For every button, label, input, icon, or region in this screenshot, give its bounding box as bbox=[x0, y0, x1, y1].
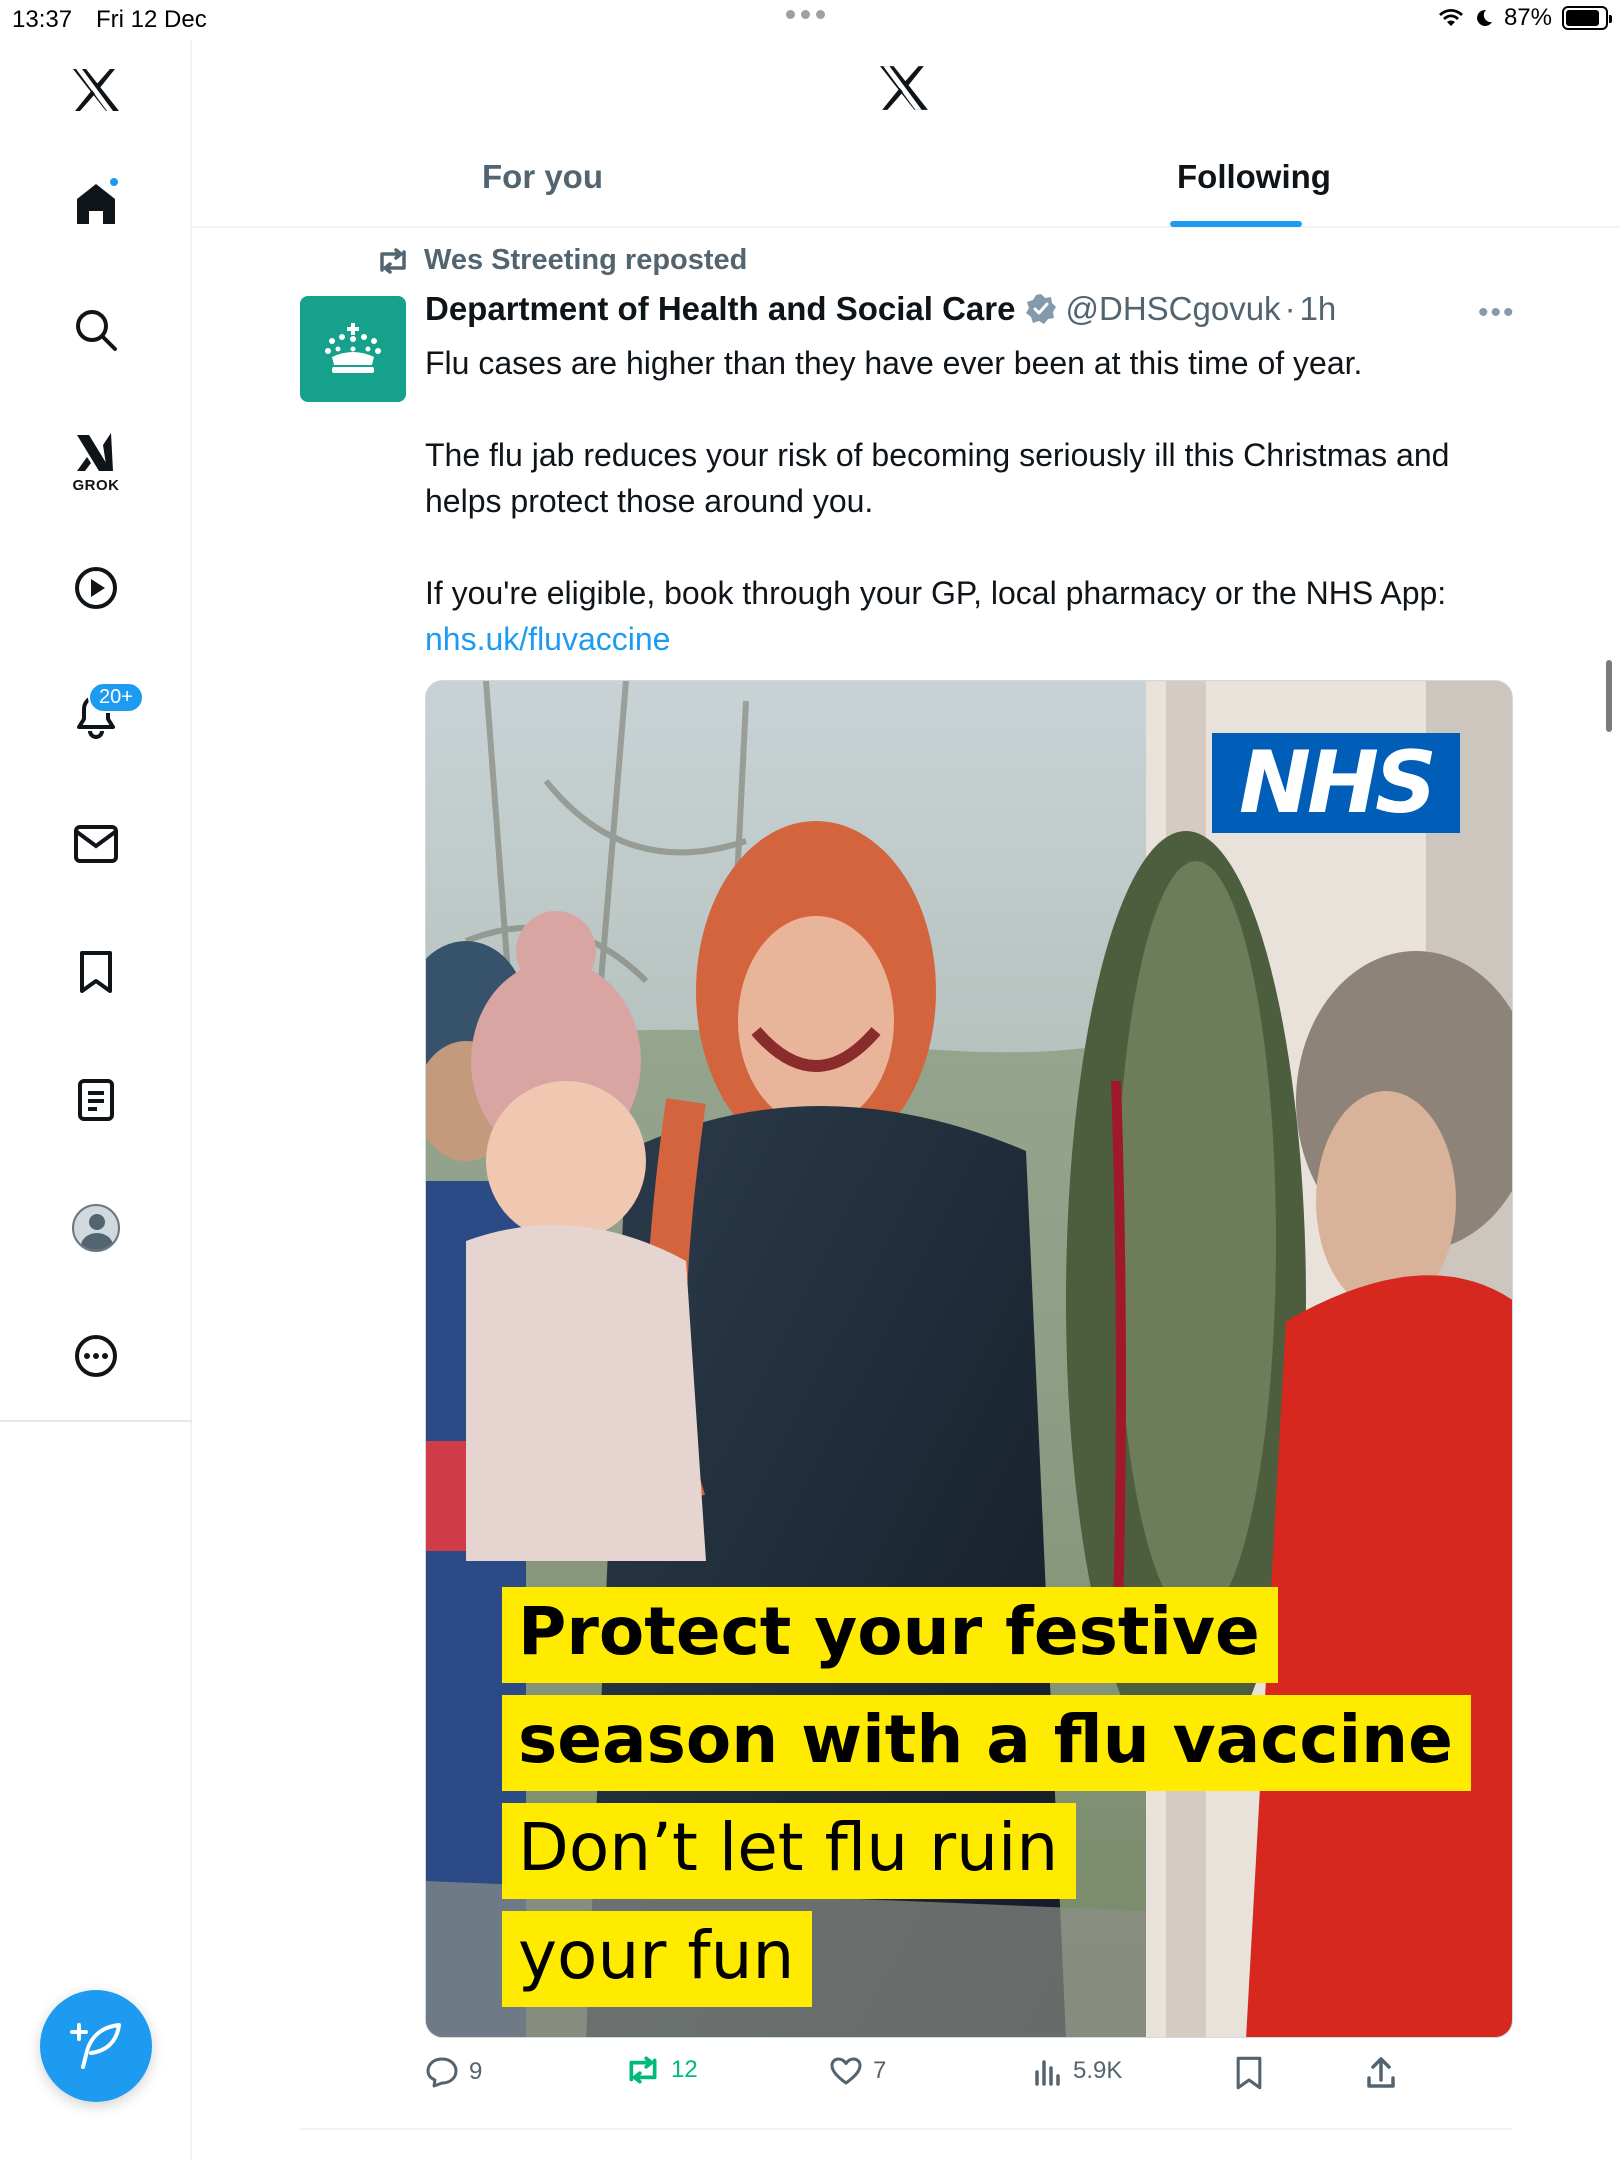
reply-button[interactable]: 9 bbox=[425, 2056, 482, 2088]
reply-count: 9 bbox=[469, 2058, 483, 2085]
search-icon bbox=[76, 310, 117, 351]
status-indicators: 87% bbox=[1438, 4, 1612, 32]
wifi-icon bbox=[1438, 9, 1463, 26]
caption-line: your fun bbox=[502, 1911, 813, 2007]
tab-for-you[interactable]: For you bbox=[482, 158, 603, 196]
post-text-line: The flu jab reduces your risk of becomin… bbox=[425, 437, 1450, 519]
views-chart-icon bbox=[1035, 2060, 1060, 2086]
bookmark-icon bbox=[1236, 2056, 1262, 2090]
post-divider bbox=[300, 2128, 1512, 2130]
bookmark-button[interactable] bbox=[1235, 2056, 1263, 2090]
caption-line: season with a flu vaccine bbox=[502, 1695, 1471, 1791]
repost-label: Wes Streeting reposted bbox=[424, 244, 748, 276]
repost-button[interactable]: 12 bbox=[625, 2056, 698, 2084]
post-link[interactable]: nhs.uk/fluvaccine bbox=[425, 621, 670, 657]
reply-icon bbox=[426, 2057, 458, 2088]
post-text: Flu cases are higher than they have ever… bbox=[425, 340, 1525, 662]
grok-icon bbox=[77, 432, 113, 471]
play-icon bbox=[75, 567, 117, 609]
battery-icon bbox=[1562, 6, 1612, 30]
post-actions: 9 12 7 5.9K bbox=[425, 2056, 1525, 2100]
moon-icon bbox=[1477, 9, 1492, 26]
views-count: 5.9K bbox=[1073, 2057, 1123, 2084]
author-handle[interactable]: @DHSCgovuk bbox=[1065, 290, 1280, 328]
image-caption: Protect your festive season with a flu v… bbox=[502, 1587, 1471, 2019]
caption-line: Protect your festive bbox=[502, 1587, 1278, 1683]
more-circle-icon bbox=[75, 1335, 117, 1377]
nhs-logo: NHS bbox=[1212, 733, 1460, 833]
sidebar-item-messages[interactable] bbox=[0, 804, 192, 884]
post-more-icon[interactable]: ••• bbox=[1478, 296, 1516, 330]
share-button[interactable] bbox=[1365, 2056, 1397, 2090]
tab-following[interactable]: Following bbox=[1177, 158, 1331, 196]
x-logo[interactable] bbox=[0, 50, 192, 130]
views-button[interactable]: 5.9K bbox=[1033, 2056, 1122, 2086]
post-image[interactable]: NHS Protect your festive season with a f… bbox=[425, 680, 1513, 2038]
timeline-header: For you Following bbox=[192, 40, 1620, 228]
share-icon bbox=[1367, 2057, 1395, 2088]
post-header: Department of Health and Social Care @DH… bbox=[425, 290, 1336, 328]
list-icon bbox=[78, 1079, 114, 1121]
status-time: 13:37 bbox=[12, 6, 73, 33]
like-button[interactable]: 7 bbox=[829, 2056, 886, 2086]
repost-count: 12 bbox=[671, 2056, 698, 2083]
post-text-line: Flu cases are higher than they have ever… bbox=[425, 345, 1363, 381]
notifications-badge: 20+ bbox=[88, 682, 144, 713]
post-timestamp[interactable]: 1h bbox=[1300, 290, 1337, 328]
sidebar-item-video[interactable] bbox=[0, 548, 192, 628]
compose-feather-icon bbox=[70, 2023, 121, 2069]
repost-context[interactable]: Wes Streeting reposted bbox=[376, 244, 747, 277]
post-text-line: If you're eligible, book through your GP… bbox=[425, 575, 1447, 611]
x-logo-icon bbox=[880, 66, 928, 110]
unread-dot bbox=[108, 176, 120, 188]
x-logo-icon bbox=[73, 69, 119, 111]
sidebar-item-grok[interactable]: GROK bbox=[0, 422, 192, 502]
battery-percent: 87% bbox=[1503, 4, 1552, 31]
like-count: 7 bbox=[873, 2057, 887, 2084]
multitasking-dots-icon[interactable] bbox=[786, 10, 825, 19]
sidebar-item-bookmarks[interactable] bbox=[0, 932, 192, 1012]
repost-icon bbox=[629, 2056, 657, 2084]
sidebar-item-home[interactable] bbox=[0, 164, 192, 244]
sidebar-item-profile[interactable] bbox=[0, 1188, 192, 1268]
sidebar-item-lists[interactable] bbox=[0, 1060, 192, 1140]
sidebar-item-explore[interactable] bbox=[0, 290, 192, 370]
compose-button[interactable] bbox=[40, 1990, 152, 2102]
bookmark-icon bbox=[80, 951, 112, 993]
caption-line: Don’t let flu ruin bbox=[502, 1803, 1077, 1899]
sidebar: GROK 20+ bbox=[0, 40, 192, 2160]
status-date: Fri 12 Dec bbox=[96, 6, 207, 33]
author-name[interactable]: Department of Health and Social Care bbox=[425, 290, 1015, 328]
active-tab-indicator bbox=[1170, 221, 1302, 227]
grok-label: GROK bbox=[72, 476, 120, 494]
verified-badge-icon bbox=[1026, 294, 1057, 324]
scrollbar[interactable] bbox=[1606, 660, 1612, 732]
sidebar-divider bbox=[0, 1420, 192, 1422]
crown-crest-icon bbox=[325, 323, 381, 373]
sidebar-item-more[interactable] bbox=[0, 1316, 192, 1396]
repost-icon bbox=[380, 247, 406, 274]
heart-icon bbox=[830, 2057, 862, 2085]
battery-level bbox=[1566, 10, 1600, 26]
avatar-icon bbox=[72, 1204, 120, 1252]
status-bar: 13:37 Fri 12 Dec 87% bbox=[0, 0, 1620, 40]
header-separator: · bbox=[1284, 290, 1296, 327]
envelope-icon bbox=[74, 825, 118, 863]
author-avatar[interactable] bbox=[300, 296, 406, 402]
sidebar-item-notifications[interactable]: 20+ bbox=[0, 676, 192, 756]
